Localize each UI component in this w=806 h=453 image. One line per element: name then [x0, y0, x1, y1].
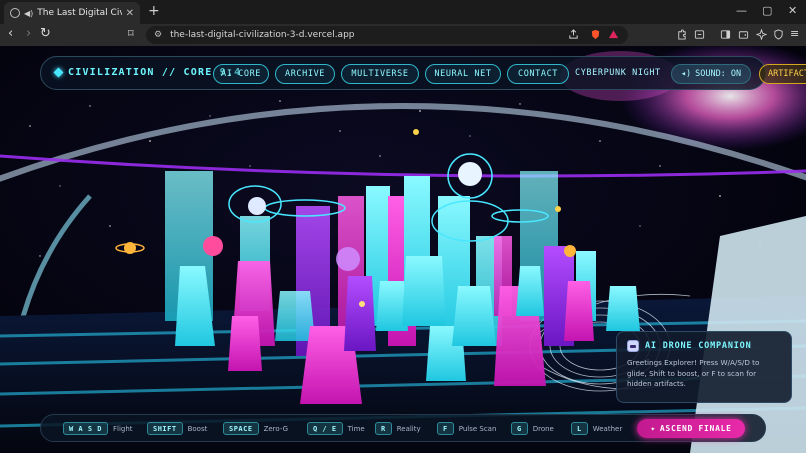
control-drone: G Drone: [511, 422, 554, 435]
artifacts-button[interactable]: ARTIFACTS: [759, 64, 806, 84]
url-text[interactable]: the-last-digital-civilization-3-d.vercel…: [170, 30, 354, 40]
sound-label: SOUND: ON: [695, 69, 742, 79]
key-badge: L: [571, 422, 588, 435]
key-badge: G: [511, 422, 528, 435]
speaker-icon: ◂): [680, 69, 692, 79]
close-window-icon[interactable]: ✕: [788, 4, 797, 17]
control-label: Zero-G: [263, 424, 289, 433]
control-weather: L Weather: [571, 422, 622, 435]
drone-avatar-icon: [627, 340, 639, 352]
control-label: Boost: [187, 424, 208, 433]
browser-tab[interactable]: ◀) The Last Digital Civilization ✕: [4, 2, 140, 24]
site-settings-icon[interactable]: ⚙: [154, 30, 162, 40]
new-tab-button[interactable]: +: [148, 4, 160, 18]
nav-archive[interactable]: ARCHIVE: [275, 64, 335, 84]
speaker-icon[interactable]: ◀): [24, 9, 33, 18]
wallet-icon[interactable]: [738, 29, 749, 40]
diamond-icon: [53, 67, 64, 78]
browser-window: ◀) The Last Digital Civilization ✕ + — ▢…: [0, 0, 806, 453]
key-badge: Q / E: [307, 422, 343, 435]
key-badge: W A S D: [63, 422, 109, 435]
nav-contact[interactable]: CONTACT: [507, 64, 569, 84]
close-tab-icon[interactable]: ✕: [126, 8, 134, 19]
nav-ai-core[interactable]: AI CORE: [213, 64, 269, 84]
control-pulse-scan: F Pulse Scan: [437, 422, 496, 435]
control-zero-g: SPACE Zero-G: [223, 422, 288, 435]
top-hud: CIVILIZATION // CORE 9.4 AI CORE ARCHIVE…: [40, 56, 806, 90]
page-viewport: CIVILIZATION // CORE 9.4 AI CORE ARCHIVE…: [0, 46, 806, 453]
control-reality: R Reality: [375, 422, 421, 435]
control-label: Time: [347, 424, 365, 433]
control-label: Drone: [532, 424, 554, 433]
back-icon[interactable]: ‹: [8, 27, 13, 41]
theme-label[interactable]: CYBERPUNK NIGHT: [575, 68, 661, 78]
control-flight: W A S D Flight: [63, 422, 133, 435]
browser-toolbar: ‹ › ↻ ⌑ ⚙ the-last-digital-civilization-…: [0, 24, 806, 46]
minimize-icon[interactable]: —: [736, 4, 747, 17]
nav-multiverse[interactable]: MULTIVERSE: [341, 64, 419, 84]
bookmark-icon[interactable]: ⌑: [128, 27, 134, 41]
tab-title: The Last Digital Civilization: [37, 8, 121, 18]
tab-strip: ◀) The Last Digital Civilization ✕ + — ▢…: [0, 0, 806, 24]
share-icon[interactable]: [568, 29, 579, 40]
key-badge: F: [437, 422, 454, 435]
extensions-icon[interactable]: [676, 29, 687, 40]
globe-icon: [10, 8, 20, 18]
reload-icon[interactable]: ↻: [40, 27, 51, 41]
media-icon[interactable]: [694, 29, 705, 40]
address-bar[interactable]: ⚙ the-last-digital-civilization-3-d.verc…: [146, 26, 628, 44]
sound-toggle[interactable]: ◂) SOUND: ON: [671, 64, 751, 84]
control-label: Reality: [396, 424, 421, 433]
control-boost: SHIFT Boost: [147, 422, 207, 435]
brave-rewards-icon[interactable]: [608, 29, 619, 40]
ascend-finale-button[interactable]: ✦ ASCEND FINALE: [637, 419, 745, 438]
forward-icon[interactable]: ›: [26, 27, 31, 41]
companion-message: Greetings Explorer! Press W/A/S/D to gli…: [627, 358, 760, 388]
sparkle-icon: ✦: [650, 424, 656, 433]
drone-companion-panel: AI DRONE COMPANION Greetings Explorer! P…: [616, 331, 792, 403]
vpn-icon[interactable]: [773, 29, 784, 40]
control-time: Q / E Time: [307, 422, 365, 435]
control-label: Pulse Scan: [458, 424, 497, 433]
finale-label: ASCEND FINALE: [659, 424, 732, 433]
companion-title: AI DRONE COMPANION: [645, 341, 752, 351]
key-badge: SHIFT: [147, 422, 183, 435]
key-badge: R: [375, 422, 392, 435]
key-badge: SPACE: [223, 422, 259, 435]
brave-shield-icon[interactable]: [590, 29, 601, 40]
menu-icon[interactable]: ≡: [790, 27, 799, 41]
controls-hud: W A S D Flight SHIFT Boost SPACE Zero-G …: [40, 414, 766, 442]
control-label: Flight: [113, 424, 133, 433]
nav-neural-net[interactable]: NEURAL NET: [425, 64, 501, 84]
leo-ai-icon[interactable]: [756, 29, 767, 40]
sidebar-icon[interactable]: [720, 29, 731, 40]
maximize-icon[interactable]: ▢: [762, 4, 772, 17]
control-label: Weather: [592, 424, 623, 433]
